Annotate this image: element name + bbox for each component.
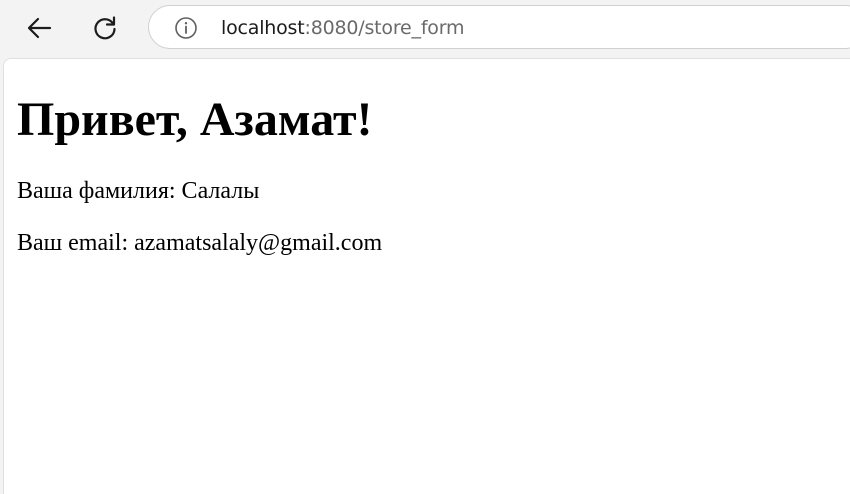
url-text[interactable]: localhost:8080/store_form xyxy=(221,17,465,39)
reload-button[interactable] xyxy=(87,10,123,46)
arrow-left-icon xyxy=(25,14,53,42)
email-text: Ваш email: azamatsalaly@gmail.com xyxy=(17,230,383,256)
info-icon[interactable] xyxy=(174,16,198,40)
page-viewport: Привет, Азамат! Ваша фамилия: Салалы Ваш… xyxy=(3,58,850,494)
back-button[interactable] xyxy=(21,10,57,46)
browser-toolbar: localhost:8080/store_form xyxy=(0,0,850,58)
address-bar[interactable]: localhost:8080/store_form xyxy=(148,5,850,49)
greeting-heading: Привет, Азамат! xyxy=(17,93,373,146)
url-path: :8080/store_form xyxy=(304,17,465,39)
surname-text: Ваша фамилия: Салалы xyxy=(17,178,260,204)
url-host: localhost xyxy=(221,17,305,39)
browser-window: localhost:8080/store_form Привет, Азамат… xyxy=(0,0,850,494)
reload-icon xyxy=(91,14,119,42)
